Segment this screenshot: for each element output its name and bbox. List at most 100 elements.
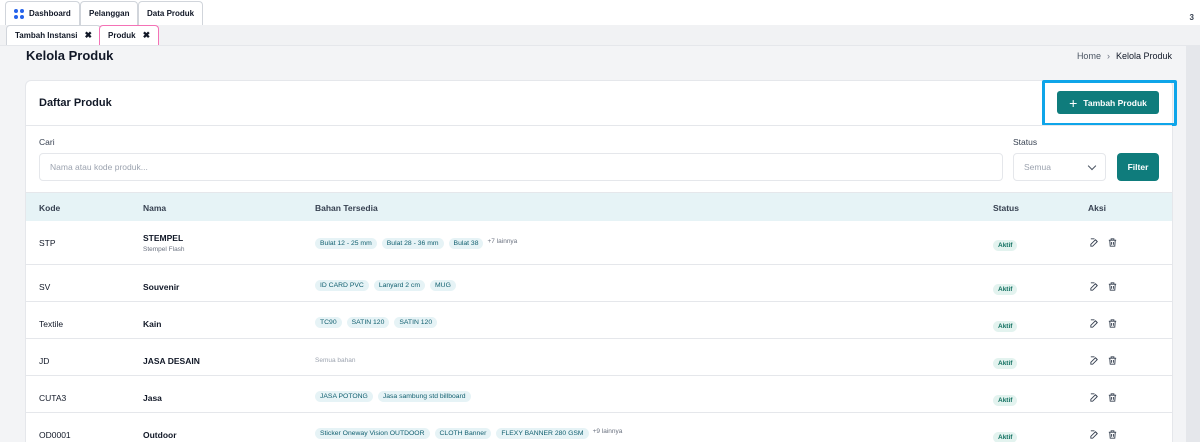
trash-icon[interactable] (1107, 392, 1118, 403)
cell-kode: SV (39, 282, 51, 292)
page-title: Kelola Produk (26, 48, 114, 63)
breadcrumb-home[interactable]: Home (1077, 51, 1101, 61)
status-label: Status (1013, 137, 1038, 147)
tab-label: Tambah Instansi (15, 31, 78, 40)
trash-icon[interactable] (1107, 281, 1118, 292)
cell-nama: Jasa (143, 393, 162, 403)
cell-kode: Textile (39, 319, 64, 329)
cell-nama: STEMPEL (143, 233, 184, 243)
column-status: Status (993, 203, 1019, 213)
table-row: Textile Kain TC90 SATIN 120 SATIN 120 Ak… (26, 302, 1172, 339)
status-badge: Aktif (993, 395, 1018, 406)
material-chip: Bulat 38 (448, 238, 484, 249)
cell-kode: CUTA3 (39, 393, 67, 403)
close-icon[interactable]: ✖ (143, 30, 151, 41)
material-chips: ID CARD PVC Lanyard 2 cm MUG (315, 280, 456, 291)
material-chips: Sticker Oneway Vision OUTDOOR CLOTH Bann… (315, 428, 622, 439)
cell-kode: OD0001 (39, 430, 71, 440)
chevron-right-icon: › (1106, 51, 1110, 61)
table-row: STP STEMPEL Stempel Flash Bulat 12 - 25 … (26, 221, 1172, 265)
breadcrumb-current: Kelola Produk (1115, 51, 1172, 61)
status-badge: Aktif (993, 321, 1018, 332)
edit-icon[interactable] (1089, 429, 1100, 440)
edit-icon[interactable] (1089, 237, 1100, 248)
cell-kode: JD (39, 356, 50, 366)
material-chip: MUG (430, 280, 456, 291)
material-chip: SATIN 120 (394, 317, 438, 328)
edge-counter: 3 (1189, 13, 1194, 22)
edit-icon[interactable] (1089, 355, 1100, 366)
column-bahan: Bahan Tersedia (315, 203, 378, 213)
material-chip: Lanyard 2 cm (373, 280, 425, 291)
close-icon[interactable]: ✖ (85, 30, 93, 41)
material-chips: JASA POTONG Jasa sambung std billboard (315, 391, 471, 402)
cell-nama: Outdoor (143, 430, 177, 440)
status-select-value: Semua (1024, 162, 1051, 172)
tab-tambah-instansi[interactable]: Tambah Instansi ✖ (6, 25, 102, 45)
plus-icon: + (1069, 94, 1078, 111)
trash-icon[interactable] (1107, 237, 1118, 248)
material-chips: Bulat 12 - 25 mm Bulat 28 - 36 mm Bulat … (315, 238, 517, 249)
add-product-button[interactable]: + Tambah Produk (1057, 91, 1159, 114)
table-row: JD JASA DESAIN Semua bahan Aktif (26, 339, 1172, 376)
cell-nama: JASA DESAIN (143, 356, 200, 366)
material-chip: Bulat 12 - 25 mm (315, 238, 377, 249)
product-list-card: Daftar Produk + Tambah Produk Cari Statu… (25, 80, 1177, 442)
edit-icon[interactable] (1089, 281, 1100, 292)
tab-label: Data Produk (147, 9, 195, 18)
material-chip: Bulat 28 - 36 mm (381, 238, 444, 249)
edit-icon[interactable] (1089, 392, 1100, 403)
add-product-label: Tambah Produk (1083, 97, 1147, 108)
tab-dashboard[interactable]: Dashboard (5, 1, 80, 25)
cell-nama: Kain (143, 319, 162, 329)
tab-pelanggan[interactable]: Pelanggan (80, 1, 139, 25)
card-title: Daftar Produk (39, 97, 112, 109)
material-chip: JASA POTONG (315, 391, 373, 402)
table-row: OD0001 Outdoor Sticker Oneway Vision OUT… (26, 413, 1172, 442)
trash-icon[interactable] (1107, 355, 1118, 366)
material-chips: TC90 SATIN 120 SATIN 120 (315, 317, 438, 328)
scroll-gutter (1186, 46, 1200, 442)
search-input[interactable] (39, 153, 1003, 181)
tab-produk[interactable]: Produk ✖ (99, 25, 160, 45)
cell-nama-sub: Stempel Flash (143, 246, 185, 253)
status-select[interactable]: Semua (1013, 153, 1106, 181)
material-chip: TC90 (315, 317, 342, 328)
all-materials-text: Semua bahan (315, 357, 356, 364)
status-badge: Aktif (993, 284, 1018, 295)
grid-icon (14, 8, 24, 19)
material-chip: ID CARD PVC (315, 280, 369, 291)
material-chip: FLEXY BANNER 280 GSM (496, 428, 589, 439)
divider (26, 125, 1172, 126)
cell-kode: STP (39, 238, 56, 248)
material-chip: CLOTH Banner (434, 428, 492, 439)
table-row: SV Souvenir ID CARD PVC Lanyard 2 cm MUG… (26, 265, 1172, 302)
column-kode: Kode (39, 203, 61, 213)
column-aksi: Aksi (1088, 203, 1106, 213)
tab-label: Produk (108, 31, 136, 40)
filter-button[interactable]: Filter (1117, 153, 1159, 181)
chevron-down-icon (1087, 161, 1097, 170)
material-chip: Sticker Oneway Vision OUTDOOR (315, 428, 430, 439)
tab-label: Dashboard (29, 9, 71, 18)
table-header: Kode Nama Bahan Tersedia Status Aksi (26, 192, 1172, 221)
breadcrumb: Home › Kelola Produk (1077, 51, 1172, 61)
cell-nama: Souvenir (143, 282, 180, 292)
column-nama: Nama (143, 203, 167, 213)
status-badge: Aktif (993, 432, 1018, 442)
top-tab-bar: Dashboard Pelanggan Data Produk 3 (0, 0, 1200, 25)
more-materials: +7 lainnya (487, 238, 518, 245)
search-label: Cari (39, 137, 55, 147)
tab-label: Pelanggan (89, 9, 130, 18)
status-badge: Aktif (993, 240, 1018, 251)
edit-icon[interactable] (1089, 318, 1100, 329)
table-row: CUTA3 Jasa JASA POTONG Jasa sambung std … (26, 376, 1172, 413)
tab-data-produk[interactable]: Data Produk (138, 1, 204, 25)
more-materials: +9 lainnya (592, 428, 623, 435)
status-badge: Aktif (993, 358, 1018, 369)
material-chip: Jasa sambung std billboard (377, 391, 471, 402)
trash-icon[interactable] (1107, 318, 1118, 329)
open-tabs-bar (0, 25, 1200, 46)
material-chip: SATIN 120 (346, 317, 390, 328)
trash-icon[interactable] (1107, 429, 1118, 440)
